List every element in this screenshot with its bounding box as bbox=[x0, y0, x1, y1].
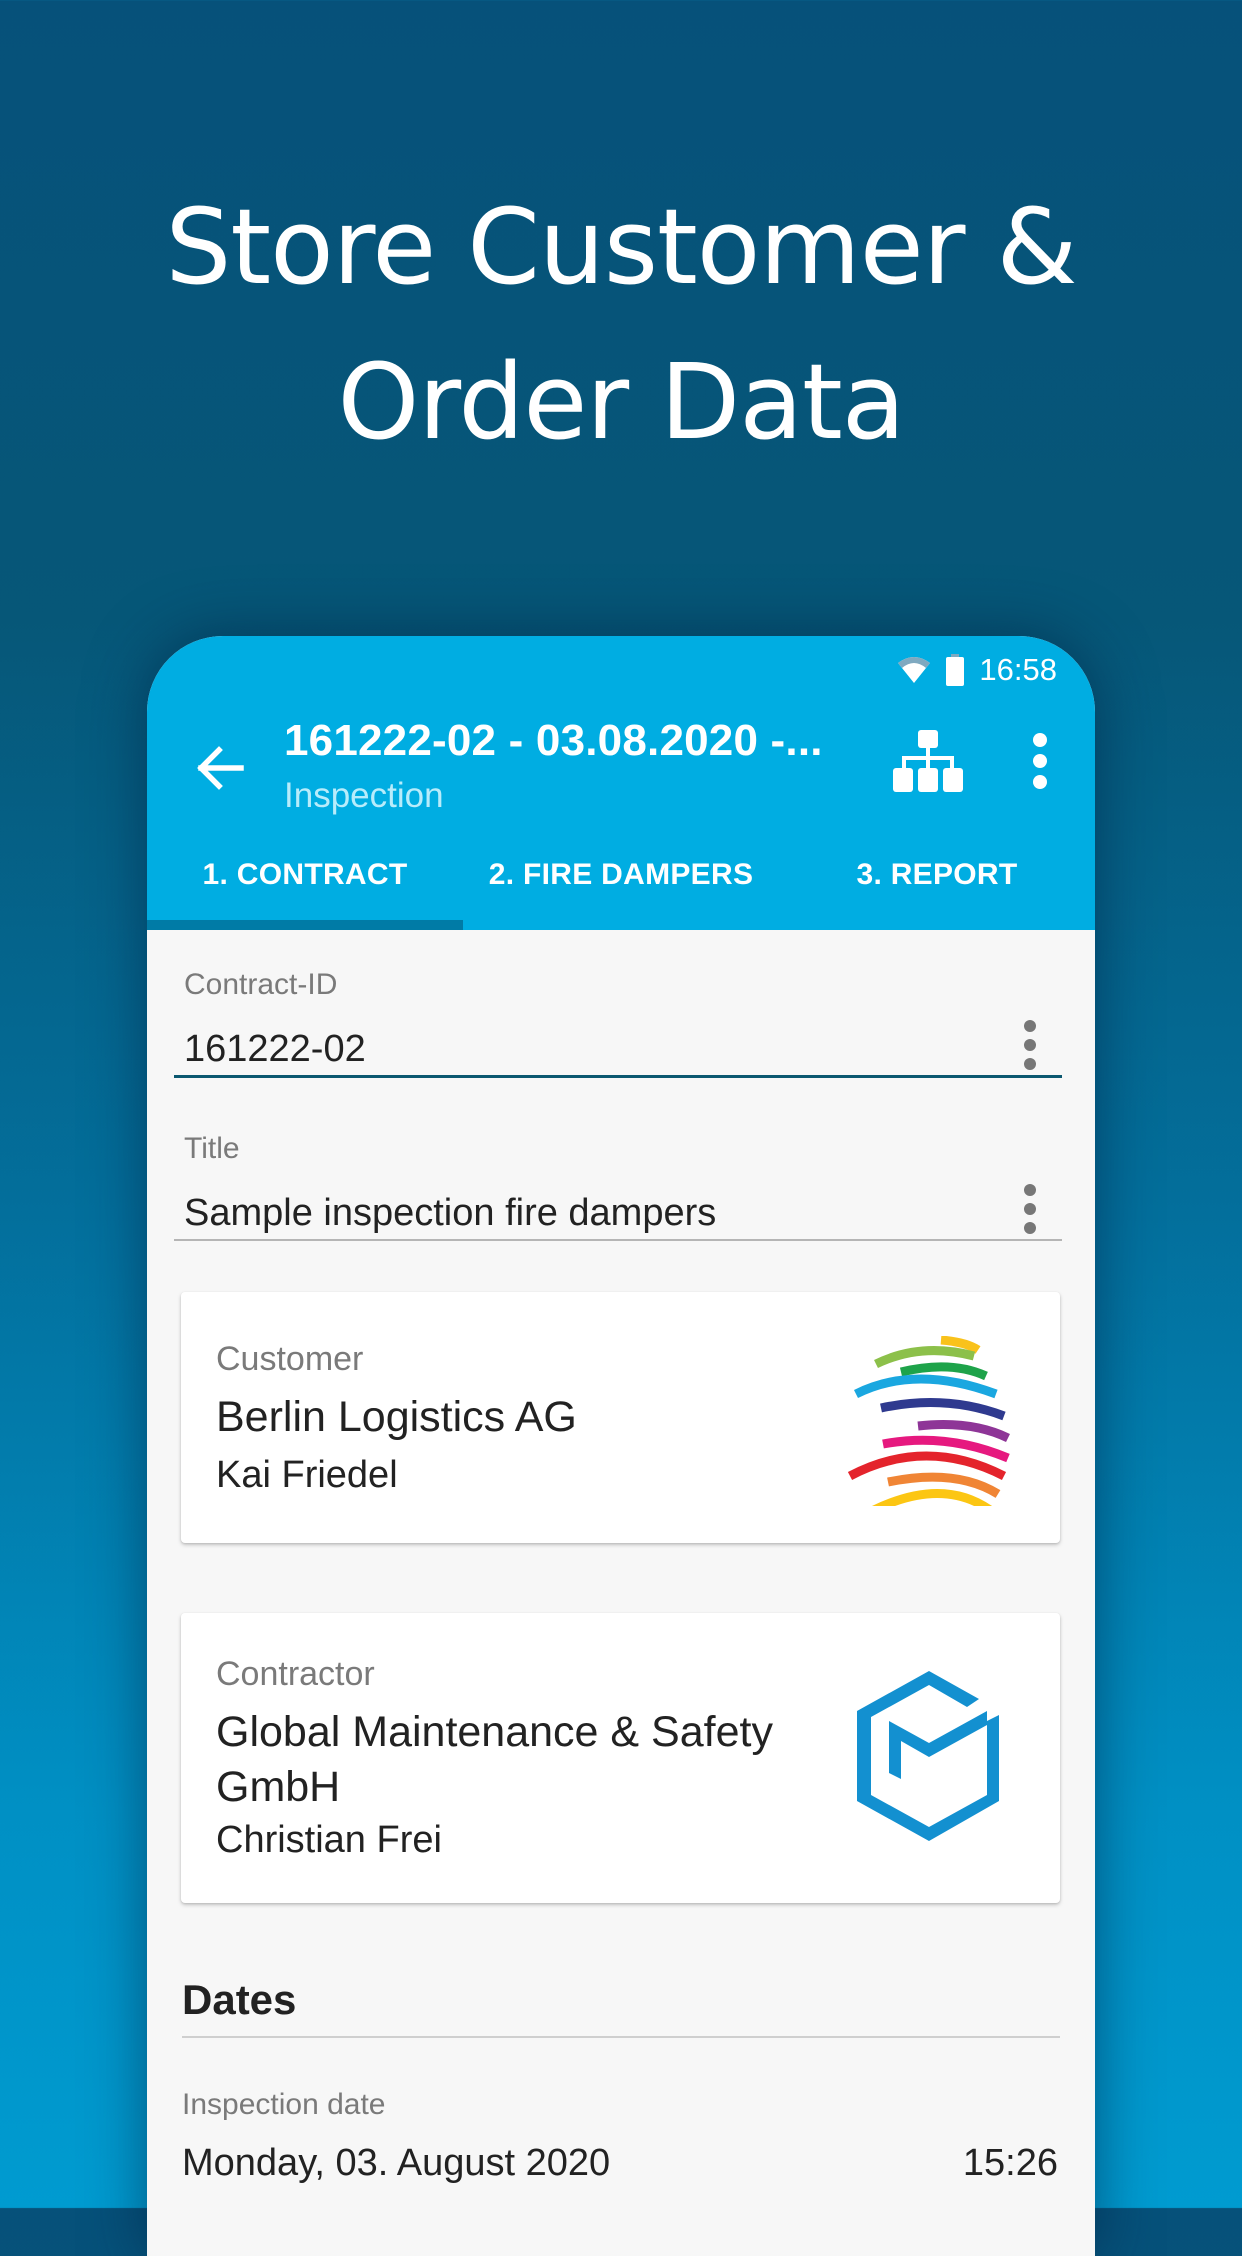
contract-id-field[interactable]: Contract-ID 161222-02 bbox=[174, 968, 1062, 1088]
inspection-time-value[interactable]: 15:26 bbox=[963, 2142, 1058, 2185]
phone-screen: 16:58 161222-02 - 03.08.2020 -... Inspec… bbox=[147, 636, 1095, 2256]
promo-headline: Store Customer & Order Data bbox=[0, 170, 1242, 480]
toolbar-title: 161222-02 - 03.08.2020 -... bbox=[284, 716, 823, 765]
battery-icon bbox=[946, 654, 965, 686]
app-bar: 16:58 161222-02 - 03.08.2020 -... Inspec… bbox=[147, 636, 1095, 930]
headline-line-2: Order Data bbox=[337, 341, 906, 463]
inspection-date-label: Inspection date bbox=[182, 2088, 386, 2121]
active-tab-indicator bbox=[147, 920, 463, 930]
customer-contact: Kai Friedel bbox=[216, 1454, 398, 1496]
contractor-contact: Christian Frei bbox=[216, 1819, 442, 1861]
tab-report[interactable]: 3. REPORT bbox=[779, 820, 1095, 930]
headline-line-1: Store Customer & bbox=[165, 186, 1077, 308]
toolbar-subtitle: Inspection bbox=[284, 776, 444, 815]
contractor-company: Global Maintenance & Safety GmbH bbox=[216, 1708, 773, 1811]
title-input[interactable]: Sample inspection fire dampers bbox=[184, 1192, 716, 1235]
tab-bar: 1. CONTRACT 2. FIRE DAMPERS 3. REPORT bbox=[147, 820, 1095, 930]
status-bar: 16:58 bbox=[897, 650, 1057, 690]
hierarchy-icon[interactable] bbox=[893, 730, 963, 792]
tab-contract[interactable]: 1. CONTRACT bbox=[147, 820, 463, 930]
contractor-label: Contractor bbox=[216, 1655, 375, 1693]
more-vert-icon[interactable] bbox=[1025, 730, 1055, 792]
toolbar: 161222-02 - 03.08.2020 -... Inspection bbox=[147, 700, 1095, 830]
title-underline bbox=[174, 1239, 1062, 1241]
customer-company: Berlin Logistics AG bbox=[216, 1393, 577, 1441]
inspection-date-value[interactable]: Monday, 03. August 2020 bbox=[182, 2142, 610, 2185]
contract-id-input[interactable]: 161222-02 bbox=[184, 1028, 366, 1071]
wifi-icon bbox=[898, 657, 931, 683]
contractor-card[interactable]: Contractor Global Maintenance & Safety G… bbox=[181, 1613, 1060, 1903]
contract-id-underline bbox=[174, 1075, 1062, 1078]
title-field[interactable]: Title Sample inspection fire dampers bbox=[174, 1132, 1062, 1252]
contractor-logo-icon bbox=[857, 1671, 999, 1841]
customer-logo-icon bbox=[847, 1336, 1010, 1506]
tab-fire-dampers[interactable]: 2. FIRE DAMPERS bbox=[463, 820, 779, 930]
contract-id-label: Contract-ID bbox=[184, 968, 338, 1001]
title-more-icon[interactable] bbox=[1023, 1184, 1037, 1234]
dates-divider bbox=[182, 2036, 1060, 2038]
status-time: 16:58 bbox=[979, 652, 1057, 687]
dates-section-title: Dates bbox=[182, 1976, 297, 2023]
customer-label: Customer bbox=[216, 1340, 364, 1378]
customer-card[interactable]: Customer Berlin Logistics AG Kai Friedel bbox=[181, 1292, 1060, 1543]
back-arrow-icon[interactable] bbox=[191, 740, 247, 796]
contract-id-more-icon[interactable] bbox=[1023, 1020, 1037, 1070]
title-label: Title bbox=[184, 1132, 240, 1165]
